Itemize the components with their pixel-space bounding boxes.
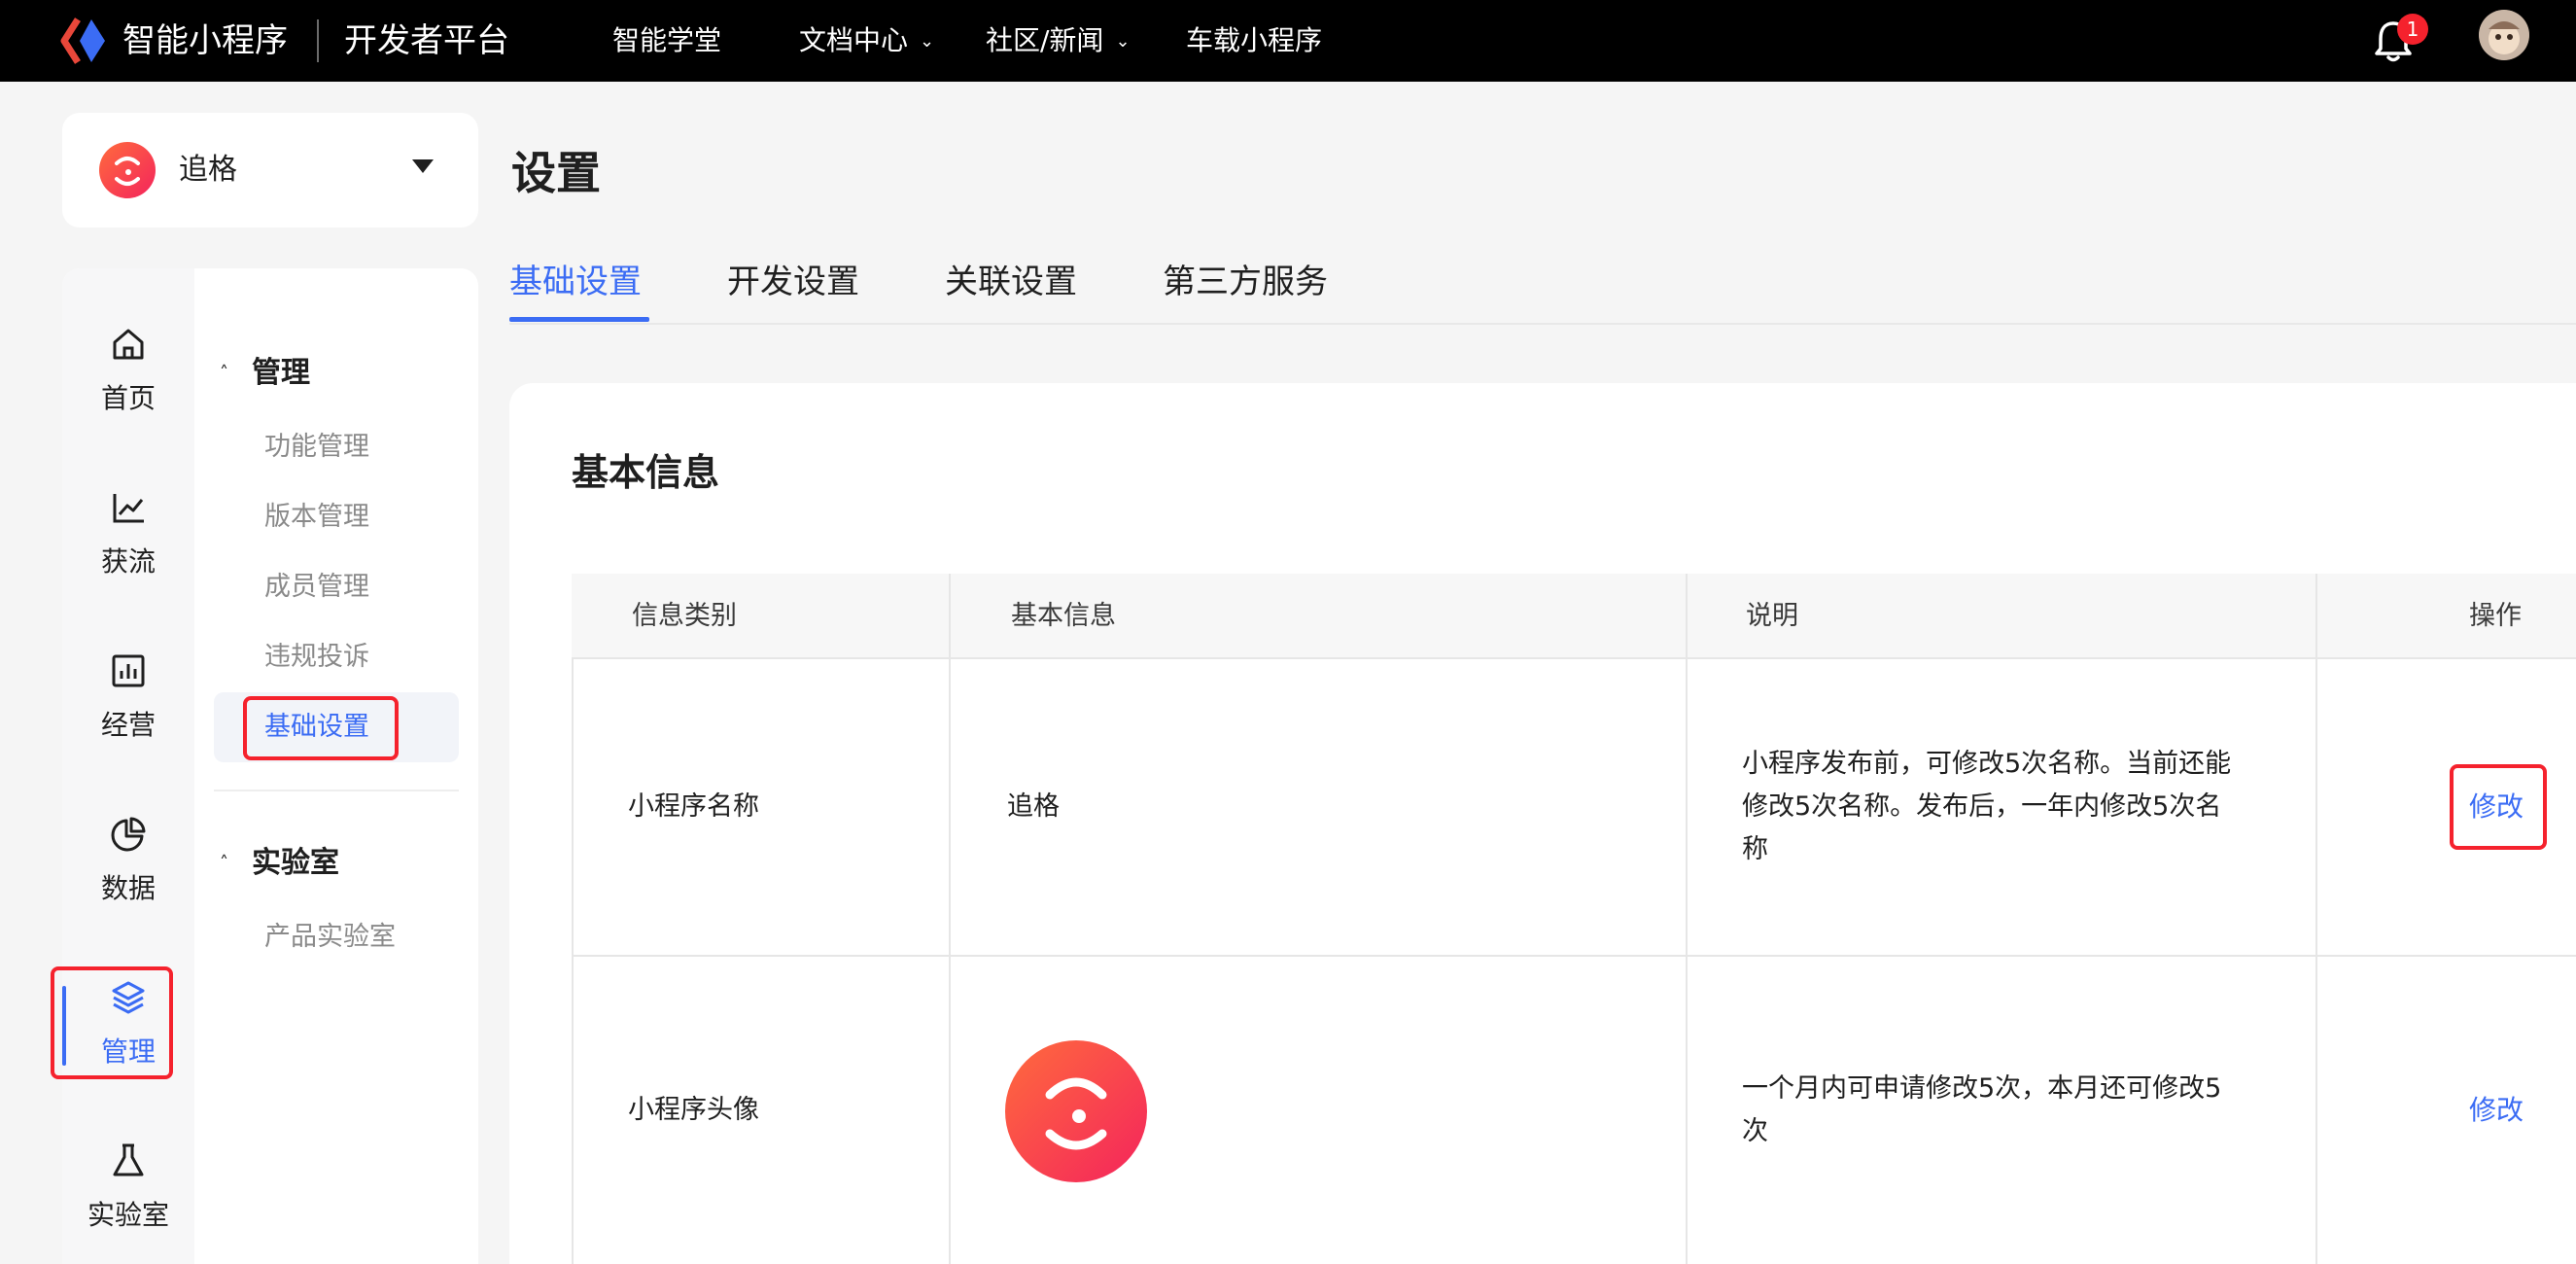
brand-divider <box>317 19 319 62</box>
row-name-note-line: 小程序发布前，可修改5次名称。当前还能 <box>1742 749 2232 779</box>
brand-name[interactable]: 智能小程序 <box>122 14 288 68</box>
miniapp-avatar-image <box>1005 1040 1147 1182</box>
highlight-box-manage <box>51 966 173 1079</box>
nav-car-miniapp[interactable]: 车载小程序 <box>1186 14 1322 68</box>
nav-smart-school[interactable]: 智能学堂 <box>612 14 721 68</box>
line-chart-icon <box>113 494 144 523</box>
row-name-category: 小程序名称 <box>628 791 759 822</box>
submenu-divider <box>214 790 459 791</box>
rail-item-label: 实验室 <box>87 1199 169 1231</box>
app-logo-icon <box>1045 1077 1107 1150</box>
highlight-box-basic-settings <box>243 696 399 760</box>
chevron-up-icon: ˄ <box>220 853 228 873</box>
chevron-up-icon: ˄ <box>220 363 228 383</box>
section-title: 基本信息 <box>572 451 720 494</box>
tab-association-settings[interactable]: 关联设置 <box>945 255 1077 309</box>
submenu-item-version-manage[interactable]: 版本管理 <box>264 494 369 541</box>
nav-docs[interactable]: 文档中心 ⌄ <box>799 14 934 68</box>
notification-badge: 1 <box>2397 14 2428 45</box>
app-logo <box>99 142 156 198</box>
tab-third-party-services[interactable]: 第三方服务 <box>1163 255 1328 309</box>
row-name-note-line: 称 <box>1742 834 1768 864</box>
rail-item-label: 经营 <box>100 709 156 741</box>
tabs-divider <box>509 323 2576 325</box>
top-navigation-bar: 智能小程序 开发者平台 智能学堂 文档中心 ⌄ 社区/新闻 ⌄ 车载小程序 1 <box>0 0 2576 82</box>
column-divider <box>949 574 951 1264</box>
active-tab-indicator <box>509 317 649 322</box>
column-header-action: 操作 <box>2469 601 2522 631</box>
submenu-item-product-lab[interactable]: 产品实验室 <box>264 914 396 961</box>
row-avatar-category: 小程序头像 <box>628 1095 759 1125</box>
rail-item-lab[interactable]: 实验室 <box>62 1141 194 1258</box>
column-divider <box>2315 574 2317 1264</box>
submenu-item-violation-complaints[interactable]: 违规投诉 <box>264 634 369 681</box>
rail-item-data[interactable]: 数据 <box>62 815 194 931</box>
platform-name[interactable]: 开发者平台 <box>344 14 509 68</box>
column-header-info: 基本信息 <box>1011 601 1116 631</box>
submenu-item-feature-manage[interactable]: 功能管理 <box>264 424 369 471</box>
submenu-group-manage[interactable]: ˄ 管理 <box>220 350 310 397</box>
chevron-down-icon: ⌄ <box>920 31 935 52</box>
row-avatar-note-line: 一个月内可申请修改5次，本月还可修改5 <box>1742 1073 2222 1104</box>
app-name: 追格 <box>179 153 237 187</box>
column-header-description: 说明 <box>1746 601 1798 631</box>
bar-chart-icon <box>112 654 145 687</box>
home-icon <box>113 329 144 360</box>
basic-info-table <box>572 574 2576 1264</box>
submenu-group-lab[interactable]: ˄ 实验室 <box>220 840 339 887</box>
highlight-box-modify-name <box>2450 764 2547 850</box>
nav-community[interactable]: 社区/新闻 ⌄ <box>986 14 1131 68</box>
page-title: 设置 <box>511 147 601 199</box>
avatar-image <box>2479 10 2529 60</box>
table-header <box>572 574 2576 659</box>
rail-item-traffic[interactable]: 获流 <box>62 488 194 605</box>
modify-avatar-link[interactable]: 修改 <box>2469 1089 2524 1132</box>
rail-item-label: 获流 <box>100 545 156 578</box>
platform-logo-icon[interactable] <box>58 14 113 68</box>
rail-item-label: 首页 <box>100 382 156 414</box>
column-header-category: 信息类别 <box>632 601 737 631</box>
rail-item-home[interactable]: 首页 <box>62 325 194 441</box>
pie-chart-icon <box>111 817 146 852</box>
user-avatar[interactable] <box>2479 10 2529 60</box>
chevron-down-icon: ⌄ <box>1115 31 1131 52</box>
rail-item-label: 数据 <box>100 872 156 904</box>
submenu-item-member-manage[interactable]: 成员管理 <box>264 564 369 611</box>
row-divider <box>572 955 2576 957</box>
column-divider <box>1686 574 1688 1264</box>
row-name-value: 追格 <box>1007 791 1060 822</box>
app-selector[interactable]: 追格 <box>62 113 478 228</box>
app-logo-icon <box>115 157 140 186</box>
rail-item-business[interactable]: 经营 <box>62 651 194 768</box>
row-name-note-line: 修改5次名称。发布后，一年内修改5次名 <box>1742 791 2222 822</box>
tab-dev-settings[interactable]: 开发设置 <box>727 255 859 309</box>
tab-basic-settings[interactable]: 基础设置 <box>509 255 642 309</box>
flask-icon <box>113 1143 144 1176</box>
row-avatar-note-line: 次 <box>1742 1116 1768 1146</box>
caret-down-icon <box>412 159 434 173</box>
